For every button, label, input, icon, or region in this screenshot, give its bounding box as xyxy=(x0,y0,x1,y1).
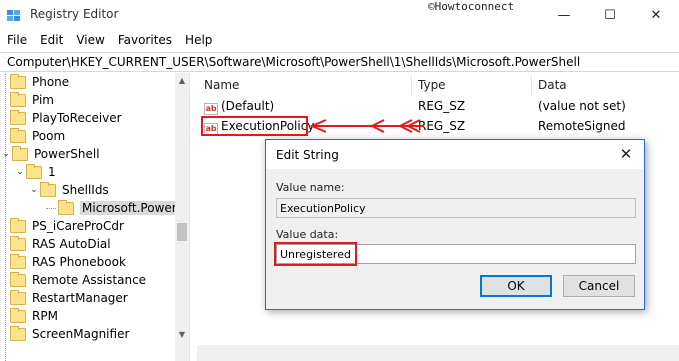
value-name-field: ExecutionPolicy xyxy=(276,198,636,218)
arrow-left-icon xyxy=(309,119,424,133)
dialog-title-bar: Edit String ✕ xyxy=(266,140,644,169)
cancel-button[interactable]: Cancel xyxy=(563,275,635,297)
dialog-close-button[interactable]: ✕ xyxy=(616,144,636,164)
annotation-highlight-box xyxy=(274,242,357,266)
edit-string-dialog: Edit String ✕ Value name: ExecutionPolic… xyxy=(265,139,645,310)
value-data-label: Value data: xyxy=(276,228,339,241)
value-name-label: Value name: xyxy=(276,181,345,194)
close-icon: ✕ xyxy=(619,145,633,163)
dialog-title: Edit String xyxy=(276,148,339,162)
ok-button[interactable]: OK xyxy=(480,275,552,297)
